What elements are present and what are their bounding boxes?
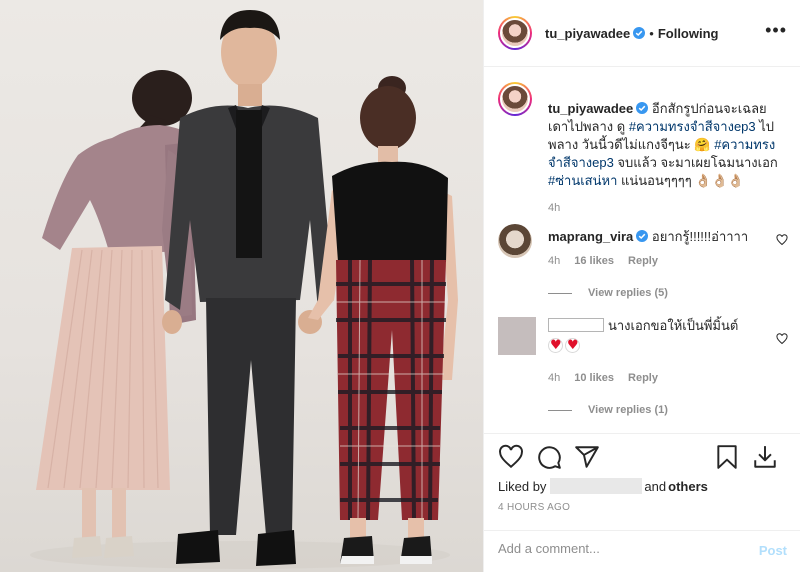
hashtag-link[interactable]: #ซ่านเสน่หา (548, 173, 617, 188)
comment-body: อยากรู้!!!!!!อ่าาาา (651, 229, 749, 244)
heart-emojis (548, 337, 582, 358)
comment-meta: 4h 16 likes Reply (548, 255, 658, 267)
view-replies-label: View replies (5) (588, 287, 668, 299)
heart-icon[interactable] (498, 444, 524, 470)
commenter-avatar-redacted (498, 317, 536, 355)
hashtag-link[interactable]: #ความทรงจำสีจางep3 (629, 119, 756, 134)
commenter-username[interactable]: maprang_vira (548, 229, 633, 244)
red-heart-icon (565, 337, 580, 355)
reply-button[interactable]: Reply (628, 372, 658, 384)
caption-part-3: จบแล้ว จะมาเผยโฉมนางเอก (613, 155, 778, 170)
replies-divider (548, 292, 572, 294)
view-replies-button[interactable]: View replies (1) (548, 404, 668, 416)
liked-by-prefix: Liked by (498, 478, 547, 494)
post-actions-area: Liked by and others 4 HOURS AGO (484, 433, 800, 530)
view-replies-button[interactable]: View replies (5) (548, 287, 668, 299)
comment-likes[interactable]: 16 likes (574, 255, 614, 267)
comments-list[interactable]: tu_piyawadee อีกสักรูปก่อนจะเฉลย เดาไปพล… (484, 68, 800, 433)
caption-part-4: แน่นอนๆๆๆๆ 👌🏼👌🏼👌🏼 (617, 173, 744, 188)
post-header: tu_piyawadee • Following ••• (484, 0, 800, 67)
commenter-avatar[interactable] (498, 224, 532, 258)
liked-and: and (644, 478, 667, 494)
author-username[interactable]: tu_piyawadee (545, 26, 630, 41)
comment-like-heart-icon[interactable] (776, 333, 788, 345)
likes-summary: Liked by and others (498, 478, 708, 494)
comment-body: นางเอกขอให้เป็นพี่มิ้นต์ (608, 318, 739, 333)
caption-username[interactable]: tu_piyawadee (548, 101, 633, 116)
share-icon[interactable] (574, 444, 600, 470)
liker-redacted (550, 478, 643, 494)
photo-illustration (30, 10, 458, 569)
liked-others-link[interactable]: others (668, 479, 708, 494)
author-avatar[interactable] (498, 16, 532, 50)
more-options-icon[interactable]: ••• (765, 20, 787, 41)
caption-timestamp: 4h (548, 202, 561, 214)
comment-input[interactable]: Add a comment... (498, 541, 728, 561)
download-icon[interactable] (752, 444, 778, 470)
right-person-figure (308, 76, 458, 564)
red-heart-icon (548, 337, 563, 355)
replies-divider (548, 409, 572, 411)
reply-button[interactable]: Reply (628, 255, 658, 267)
comment-meta: 4h 10 likes Reply (548, 372, 658, 384)
comment-text: maprang_vira อยากรู้!!!!!!อ่าาาา (548, 228, 763, 246)
post-photo[interactable] (0, 0, 483, 572)
comment-time: 4h (548, 372, 561, 384)
verified-badge-icon (633, 27, 646, 39)
comment-likes[interactable]: 10 likes (574, 372, 614, 384)
commenter-username-redacted (548, 318, 604, 332)
header-separator: • (649, 25, 654, 41)
comment-icon[interactable] (536, 444, 562, 470)
following-button[interactable]: Following (658, 26, 719, 41)
post-timestamp[interactable]: 4 HOURS AGO (498, 502, 570, 513)
add-comment-bar: Add a comment... Post (484, 530, 800, 572)
instagram-post: tu_piyawadee • Following ••• tu_piyawade… (0, 0, 800, 572)
comment-time: 4h (548, 255, 561, 267)
comment-text: นางเอกขอให้เป็นพี่มิ้นต์ (548, 317, 763, 358)
post-comment-button[interactable]: Post (759, 543, 787, 558)
comment-like-heart-icon[interactable] (776, 234, 788, 246)
verified-badge-icon (636, 102, 649, 114)
bookmark-icon[interactable] (714, 444, 740, 470)
post-sidebar: tu_piyawadee • Following ••• tu_piyawade… (483, 0, 800, 572)
verified-badge-icon (636, 230, 649, 242)
caption-avatar[interactable] (498, 82, 532, 116)
caption-text: tu_piyawadee อีกสักรูปก่อนจะเฉลย เดาไปพล… (548, 100, 788, 190)
action-bar (498, 444, 788, 472)
view-replies-label: View replies (1) (588, 404, 668, 416)
